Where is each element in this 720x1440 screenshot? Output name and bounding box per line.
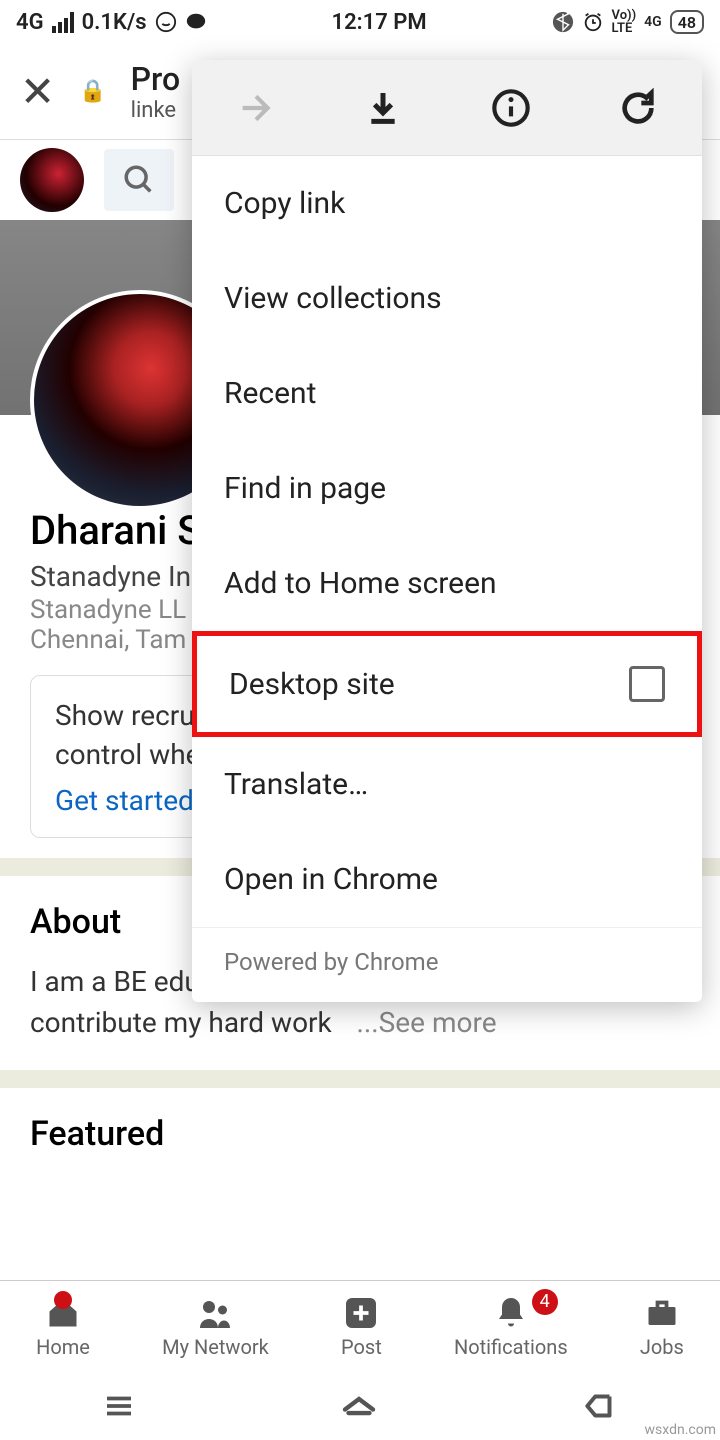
featured-heading: Featured — [30, 1114, 690, 1154]
volte-label: Vo))LTE — [612, 9, 637, 35]
menu-open-chrome[interactable]: Open in Chrome — [192, 832, 702, 927]
nav-post[interactable]: Post — [341, 1295, 382, 1359]
url-area[interactable]: Pro linke — [131, 60, 181, 123]
alarm-icon — [582, 11, 604, 33]
page-title: Pro — [131, 60, 181, 98]
nav-jobs[interactable]: Jobs — [640, 1295, 684, 1359]
info-icon[interactable] — [491, 88, 531, 128]
divider — [0, 1070, 720, 1088]
people-icon — [197, 1295, 233, 1331]
nav-home[interactable]: Home — [36, 1295, 90, 1359]
nav-post-label: Post — [341, 1335, 382, 1359]
lock-icon: 🔒 — [79, 79, 106, 104]
menu-desktop-site[interactable]: Desktop site — [192, 631, 702, 737]
forward-icon[interactable] — [236, 88, 276, 128]
page-url: linke — [131, 98, 181, 123]
bottom-nav: Home My Network Post 4 Notifications Job… — [0, 1280, 720, 1372]
search-input[interactable] — [104, 149, 174, 211]
desktop-site-checkbox[interactable] — [629, 666, 665, 702]
battery-indicator: 48 — [670, 10, 704, 34]
network-type: 4G — [16, 10, 44, 35]
download-icon[interactable] — [363, 88, 403, 128]
avatar-small[interactable] — [20, 148, 84, 212]
home-system-icon[interactable] — [338, 1385, 380, 1427]
clock: 12:17 PM — [332, 10, 427, 35]
nav-network-label: My Network — [162, 1335, 269, 1359]
nav-home-label: Home — [36, 1335, 90, 1359]
menu-copy-link[interactable]: Copy link — [192, 156, 702, 251]
menu-footer: Powered by Chrome — [192, 927, 702, 1002]
watermark: wsxdn.com — [645, 1422, 716, 1438]
recruit-cta[interactable]: Get started — [55, 784, 194, 817]
whatsapp-icon — [155, 11, 177, 33]
menu-translate[interactable]: Translate… — [192, 737, 702, 832]
status-bar: 4G 0.1K/s 12:17 PM Vo))LTE 4G 48 — [0, 0, 720, 44]
menu-find-in-page[interactable]: Find in page — [192, 441, 702, 536]
see-more-link[interactable]: ...See more — [336, 1006, 497, 1039]
close-icon[interactable]: ✕ — [20, 67, 55, 117]
notif-badge: 4 — [532, 1289, 558, 1315]
status-left: 4G 0.1K/s — [16, 10, 207, 35]
plus-icon — [343, 1295, 379, 1331]
nav-jobs-label: Jobs — [640, 1335, 684, 1359]
signal-icon — [52, 12, 74, 33]
menu-add-home[interactable]: Add to Home screen — [192, 536, 702, 631]
search-icon — [122, 163, 156, 197]
menu-recent[interactable]: Recent — [192, 346, 702, 441]
chat-icon — [185, 11, 207, 33]
status-right: Vo))LTE 4G 48 — [552, 9, 704, 35]
back-icon[interactable] — [581, 1387, 619, 1425]
system-nav — [0, 1372, 720, 1440]
bluetooth-icon — [552, 11, 574, 33]
nav-notifications-label: Notifications — [454, 1335, 568, 1359]
recent-apps-icon[interactable] — [101, 1388, 137, 1424]
menu-top-row — [192, 60, 702, 156]
data-speed: 0.1K/s — [82, 10, 147, 35]
chrome-menu: Copy link View collections Recent Find i… — [192, 60, 702, 1002]
featured-section: Featured — [0, 1088, 720, 1186]
bell-icon — [493, 1295, 529, 1331]
net2-label: 4G — [644, 14, 662, 30]
nav-network[interactable]: My Network — [162, 1295, 269, 1359]
menu-view-collections[interactable]: View collections — [192, 251, 702, 346]
nav-notifications[interactable]: 4 Notifications — [454, 1295, 568, 1359]
reload-icon[interactable] — [618, 88, 658, 128]
briefcase-icon — [644, 1295, 680, 1331]
home-badge — [54, 1291, 72, 1309]
